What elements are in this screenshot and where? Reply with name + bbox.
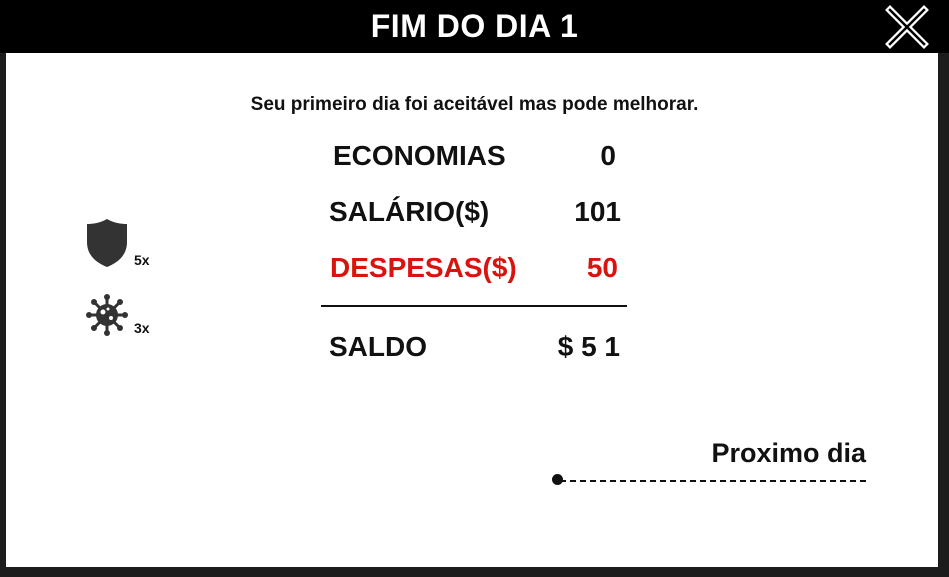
shield-count: 5x [134, 252, 150, 268]
next-day-line [560, 480, 866, 482]
dialog-frame: FIM DO DIA 1 Seu primeiro dia foi aceitá… [0, 0, 949, 577]
saldo-label: SALDO [329, 331, 427, 362]
shield-icon [87, 219, 127, 267]
virus-stat: 3x [86, 294, 150, 336]
virus-icon [86, 294, 128, 336]
summary-message: Seu primeiro dia foi aceitável mas pode … [250, 94, 699, 115]
saldo-value: $ 5 1 [557, 331, 620, 362]
despesas-value: 50 [586, 252, 618, 283]
dialog-header: FIM DO DIA 1 [0, 0, 949, 53]
next-day-button[interactable]: Proximo dia [550, 438, 870, 488]
shield-stat: 5x [86, 218, 150, 268]
dialog-title: FIM DO DIA 1 [370, 8, 579, 44]
economias-label: ECONOMIAS [333, 140, 506, 171]
salario-value: 101 [574, 196, 621, 227]
economias-value: 0 [600, 140, 616, 171]
close-x-icon[interactable] [884, 4, 930, 50]
next-day-label: Proximo dia [711, 438, 866, 468]
despesas-label: DESPESAS($) [330, 252, 517, 283]
virus-count: 3x [134, 320, 150, 336]
total-divider [321, 305, 627, 307]
salario-label: SALÁRIO($) [329, 196, 490, 227]
